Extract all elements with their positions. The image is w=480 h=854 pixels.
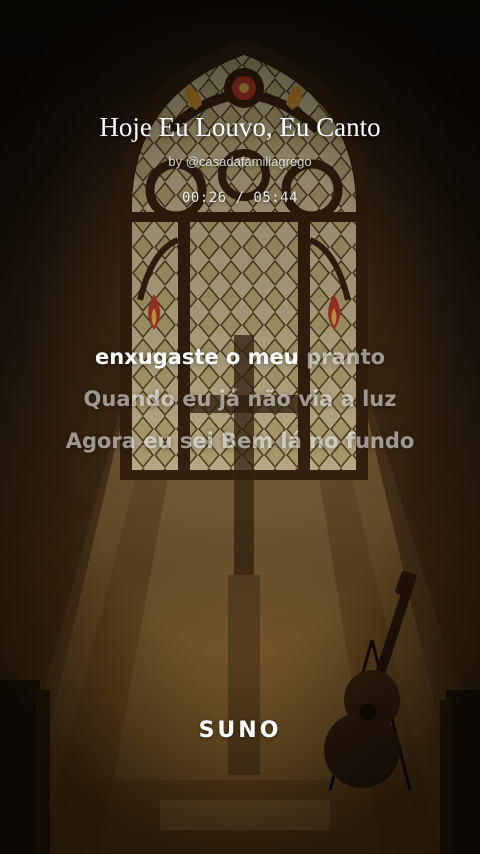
current-time: 00:26	[181, 190, 227, 206]
total-time: 05:44	[253, 190, 299, 206]
lyric-line-next: Quando eu já não via a luz	[83, 387, 397, 411]
artist-credit: by @casadafamiliagrego	[168, 154, 312, 169]
lyric-line-active: enxugaste o meu pranto	[0, 336, 480, 378]
lyric-line-next: Agora eu sei Bem lá no fundo	[65, 429, 415, 453]
lyric-sung-text: enxugaste o meu	[94, 345, 307, 369]
suno-logo: SUNO	[198, 718, 282, 743]
song-title: Hoje Eu Louvo, Eu Canto	[99, 112, 381, 142]
lyrics-panel: enxugaste o meu pranto Quando eu já não …	[0, 336, 480, 462]
video-frame: Hoje Eu Louvo, Eu Canto by @casadafamili…	[0, 0, 480, 854]
time-separator: /	[226, 190, 254, 206]
lyric-unsung-text: pranto	[306, 345, 386, 369]
playback-timecode: 00:26 / 05:44	[0, 190, 480, 206]
